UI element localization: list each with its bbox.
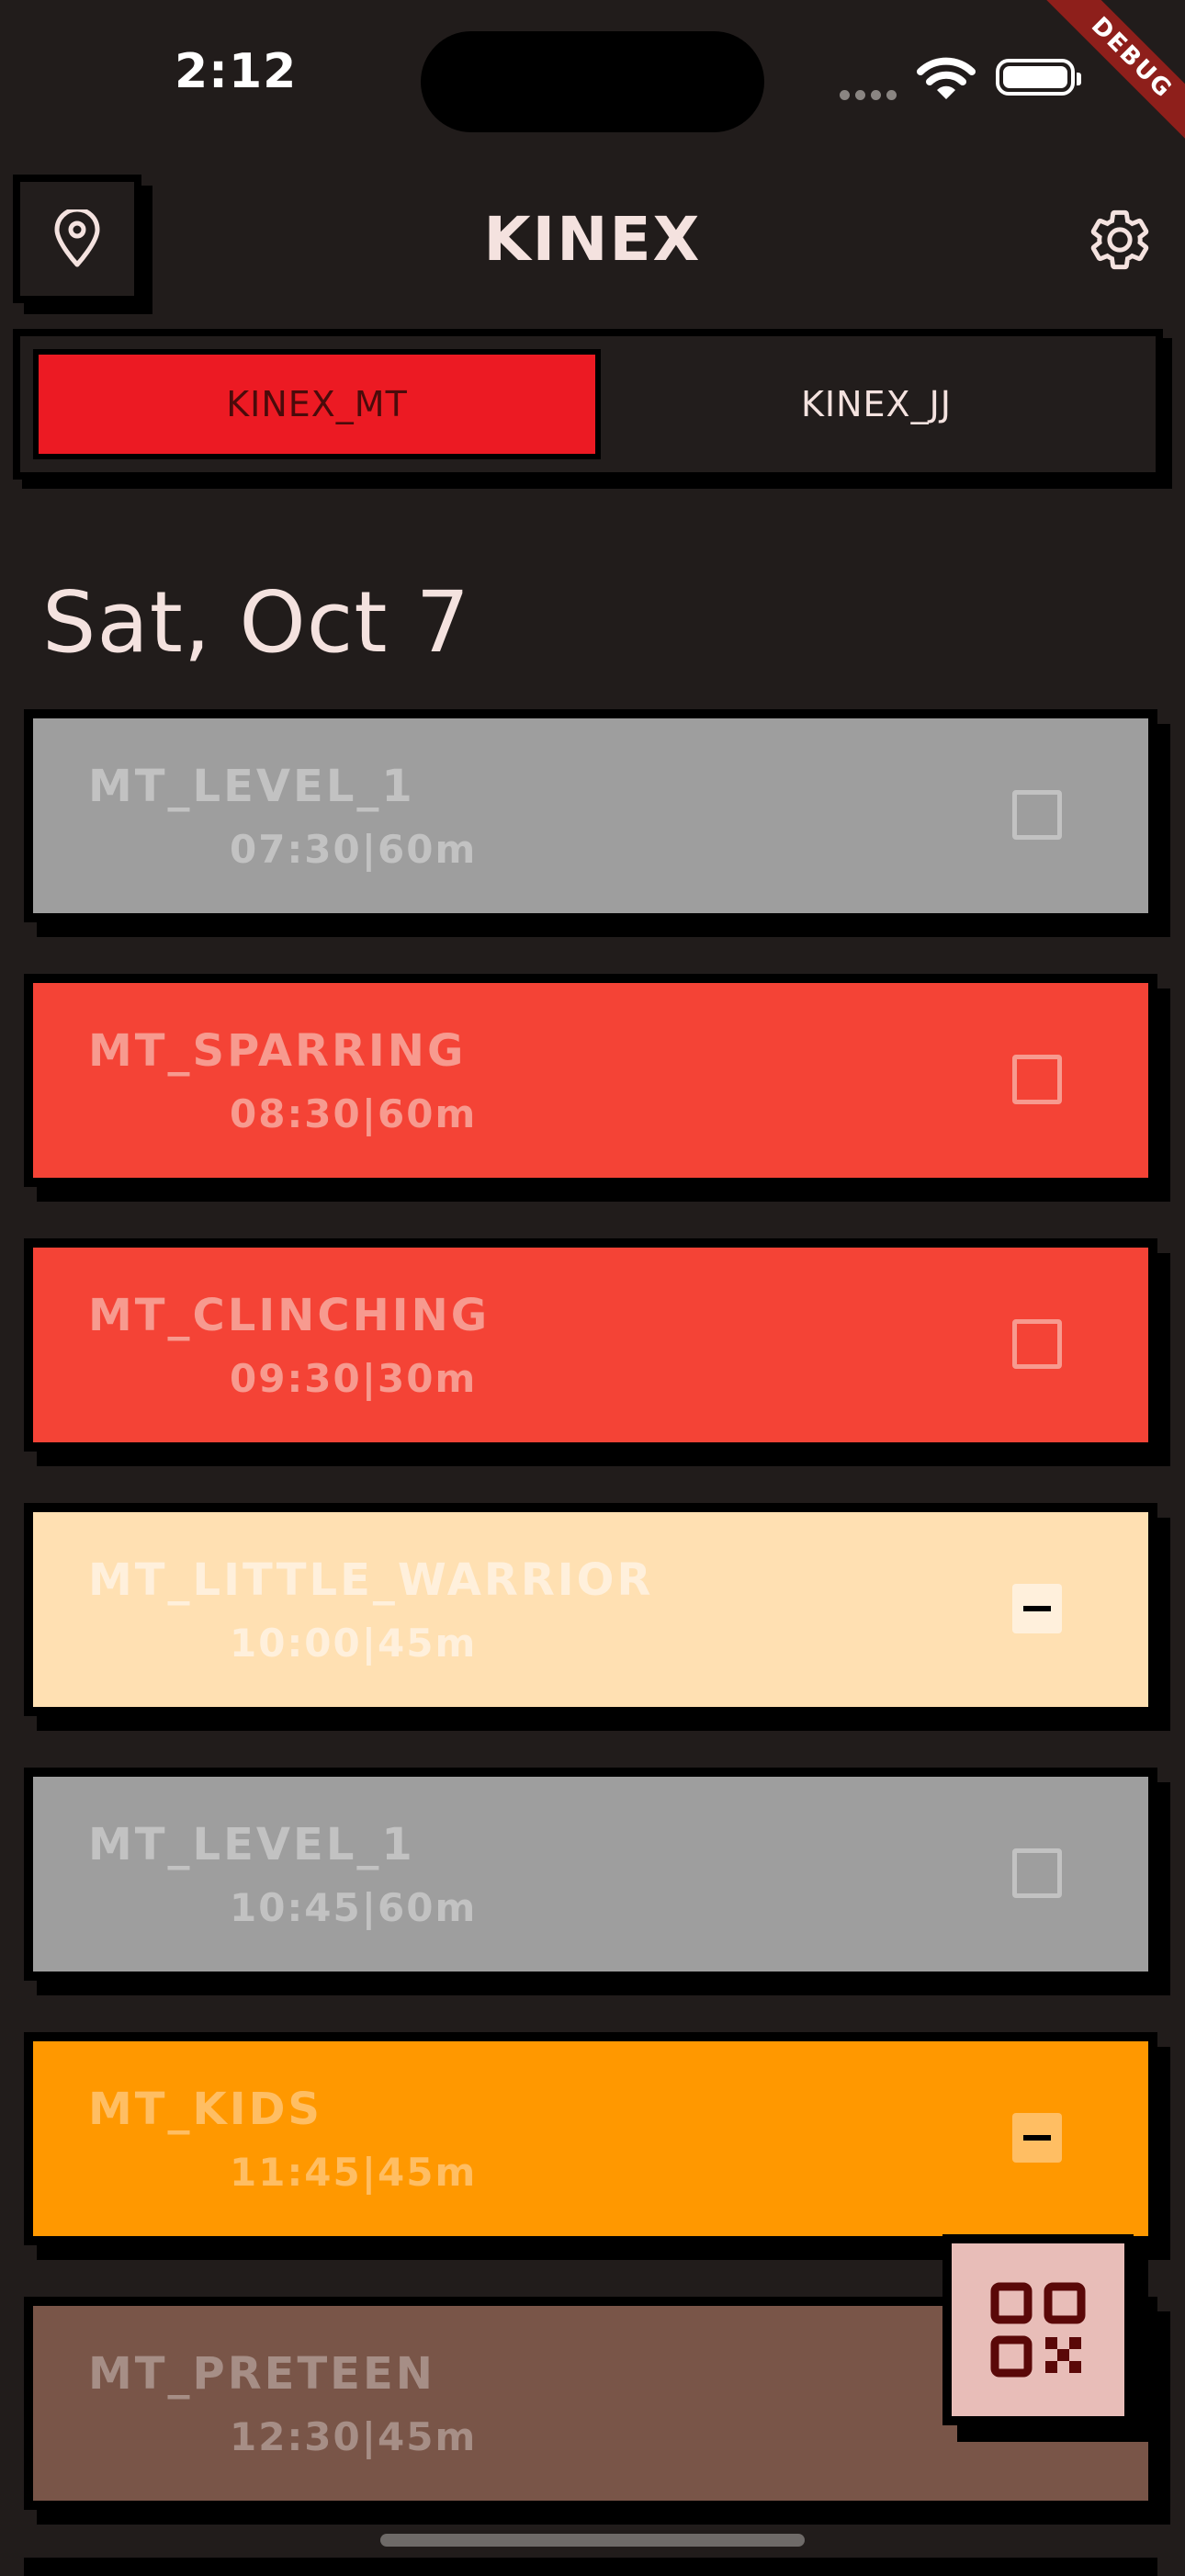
wifi-icon — [917, 57, 976, 105]
class-time-duration: 10:45|60m — [230, 1885, 478, 1930]
attendance-checkbox[interactable] — [1012, 1055, 1062, 1104]
tab-kinex-jj[interactable]: KINEX_JJ — [601, 349, 1152, 459]
dynamic-island — [421, 31, 764, 132]
debug-banner: DEBUG — [1038, 0, 1185, 147]
class-name: MT_LEVEL_1 — [88, 1819, 415, 1870]
class-time-duration: 09:30|30m — [230, 1356, 478, 1401]
class-time-duration: 08:30|60m — [230, 1091, 478, 1136]
class-name: MT_LEVEL_1 — [88, 761, 415, 812]
attendance-checkbox[interactable] — [1012, 790, 1062, 840]
class-time-duration: 10:00|45m — [230, 1621, 478, 1666]
date-heading: Sat, Oct 7 — [42, 573, 471, 672]
qr-scan-button[interactable] — [942, 2234, 1134, 2425]
class-name: MT_PRETEEN — [88, 2348, 435, 2400]
qr-code-icon — [990, 2282, 1086, 2378]
class-time-duration: 07:30|60m — [230, 827, 478, 872]
class-name: MT_KIDS — [88, 2084, 322, 2135]
class-card[interactable]: MT_SPARRING 08:30|60m — [24, 974, 1157, 1187]
settings-button[interactable] — [1086, 206, 1154, 277]
list-item-peek — [24, 2558, 1157, 2576]
class-card[interactable]: MT_KIDS 11:45|45m — [24, 2032, 1157, 2245]
class-name: MT_SPARRING — [88, 1025, 467, 1077]
class-name: MT_CLINCHING — [88, 1290, 491, 1341]
class-card[interactable]: MT_LEVEL_1 07:30|60m — [24, 709, 1157, 922]
home-indicator — [380, 2534, 805, 2547]
status-time: 2:12 — [175, 44, 298, 99]
class-name: MT_LITTLE_WARRIOR — [88, 1554, 654, 1606]
app-title: KINEX — [483, 204, 702, 275]
class-time-duration: 12:30|45m — [230, 2414, 478, 2459]
tab-bar: KINEX_MT KINEX_JJ — [13, 329, 1163, 480]
gear-icon — [1090, 209, 1149, 270]
class-time-duration: 11:45|45m — [230, 2150, 478, 2195]
class-card[interactable]: MT_LEVEL_1 10:45|60m — [24, 1768, 1157, 1981]
cellular-signal-icon — [840, 86, 902, 104]
attendance-checkbox[interactable] — [1012, 1319, 1062, 1369]
attendance-checkbox[interactable] — [1012, 1584, 1062, 1633]
class-card[interactable]: MT_LITTLE_WARRIOR 10:00|45m — [24, 1503, 1157, 1716]
class-card[interactable]: MT_CLINCHING 09:30|30m — [24, 1238, 1157, 1452]
attendance-checkbox[interactable] — [1012, 2113, 1062, 2163]
tab-kinex-mt[interactable]: KINEX_MT — [33, 349, 601, 459]
attendance-checkbox[interactable] — [1012, 1848, 1062, 1898]
